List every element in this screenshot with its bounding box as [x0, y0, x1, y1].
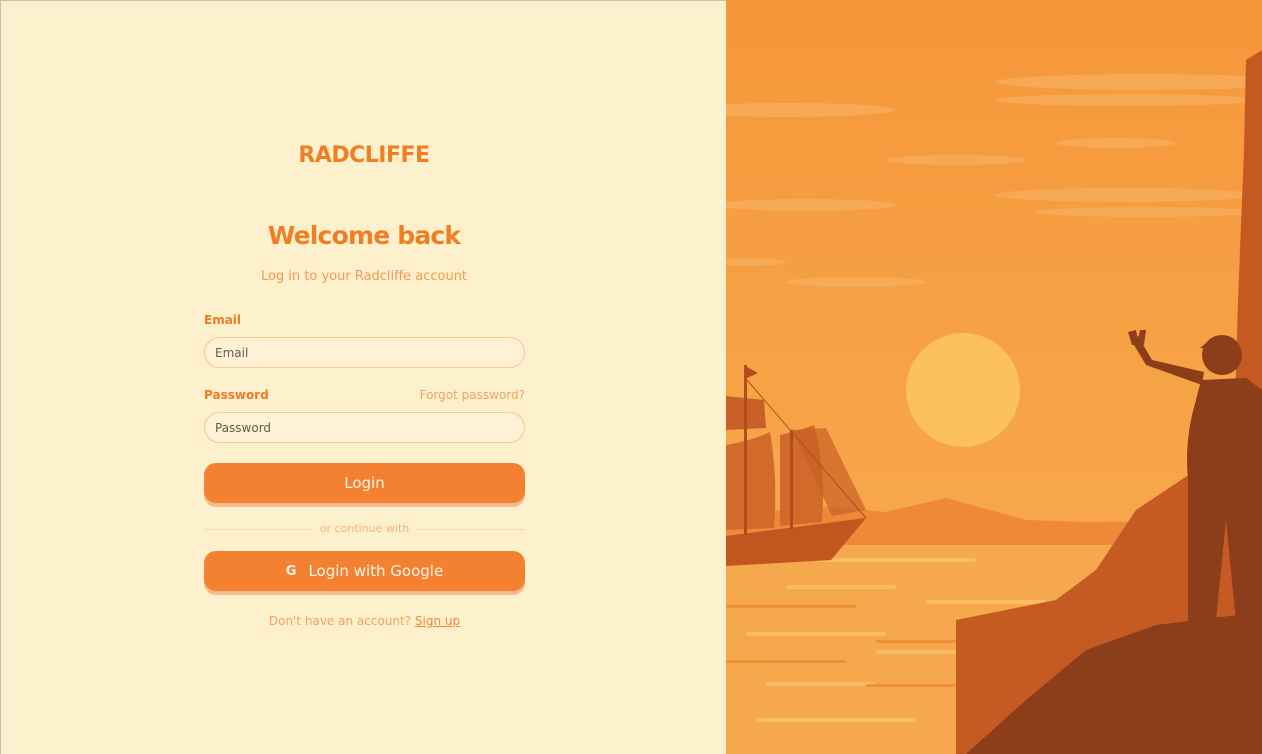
- google-icon: G: [285, 563, 297, 579]
- brand-logo-text: RADCLIFFE: [298, 143, 430, 168]
- login-form: Email Password Forgot password? Login or…: [204, 313, 525, 628]
- login-button-label: Login: [344, 474, 385, 492]
- password-field[interactable]: [204, 412, 525, 443]
- sunset-cliff-ship-illustration: [726, 0, 1262, 754]
- login-button[interactable]: Login: [204, 463, 525, 503]
- email-field[interactable]: [204, 337, 525, 368]
- brand-logo: RADCLIFFE: [1, 143, 727, 168]
- password-label: Password: [204, 388, 269, 402]
- email-label: Email: [204, 313, 242, 327]
- signup-prompt-text: Don't have an account?: [268, 614, 412, 628]
- signup-prompt: Don't have an account? Sign up: [204, 614, 525, 628]
- forgot-password-link[interactable]: Forgot password?: [420, 388, 525, 402]
- login-with-google-button[interactable]: G Login with Google: [204, 551, 525, 591]
- google-button-label: Login with Google: [308, 562, 444, 580]
- signup-link[interactable]: Sign up: [415, 614, 460, 628]
- divider: or continue with: [204, 522, 525, 536]
- divider-text: or continue with: [319, 522, 410, 535]
- login-panel: RADCLIFFE Welcome back Log in to your Ra…: [0, 0, 726, 754]
- login-page: RADCLIFFE Welcome back Log in to your Ra…: [0, 0, 1262, 754]
- page-title: Welcome back: [267, 221, 461, 250]
- sun: [906, 333, 1020, 447]
- page-subtitle: Log in to your Radcliffe account: [260, 269, 468, 284]
- illustration-svg: [726, 0, 1262, 754]
